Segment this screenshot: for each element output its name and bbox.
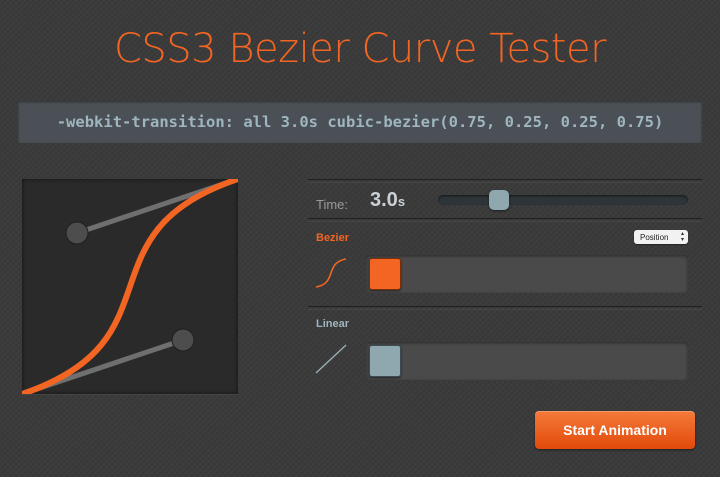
time-unit: s xyxy=(397,194,406,209)
linear-label: Linear xyxy=(316,318,350,330)
linear-animated-block xyxy=(369,345,401,377)
time-number: 3.0 xyxy=(370,189,398,211)
start-animation-button[interactable]: Start Animation xyxy=(535,411,695,449)
diagonal-line-icon xyxy=(315,344,347,374)
time-label: Time: xyxy=(316,197,349,212)
bezier-curve-editor[interactable] xyxy=(22,179,238,394)
time-slider-thumb[interactable] xyxy=(489,190,509,210)
control-point-2[interactable] xyxy=(65,221,89,245)
s-curve-icon xyxy=(315,258,347,288)
property-select-value: Position xyxy=(640,232,669,242)
updown-arrows-icon: ▴ ▾ xyxy=(680,231,684,243)
property-select[interactable]: Position ▴ ▾ xyxy=(634,230,688,244)
time-value: 3.0s xyxy=(370,189,405,212)
divider xyxy=(308,218,702,222)
time-slider-track[interactable] xyxy=(438,195,688,205)
bezier-track xyxy=(366,255,688,293)
bezier-animated-block xyxy=(369,258,401,290)
divider xyxy=(308,179,702,183)
linear-track xyxy=(366,342,688,380)
bezier-curve xyxy=(22,179,238,394)
divider xyxy=(308,306,702,310)
page-title: CSS3 Bezier Curve Tester xyxy=(113,26,607,72)
bezier-label: Bezier xyxy=(316,232,350,244)
control-point-1[interactable] xyxy=(171,328,195,352)
curve-canvas[interactable] xyxy=(22,179,238,394)
code-text: -webkit-transition: all 3.0s cubic-bezie… xyxy=(56,113,664,131)
code-output: -webkit-transition: all 3.0s cubic-bezie… xyxy=(18,101,702,143)
